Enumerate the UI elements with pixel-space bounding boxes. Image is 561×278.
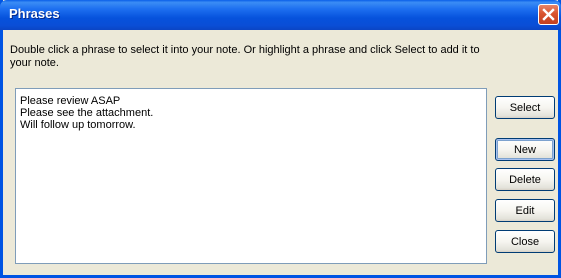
instruction-text: Double click a phrase to select it into … — [10, 44, 480, 69]
close-icon — [542, 8, 555, 21]
title-bar[interactable]: Phrases — [0, 0, 561, 30]
window-close-button[interactable] — [538, 4, 559, 25]
select-button[interactable]: Select — [495, 96, 555, 119]
new-button[interactable]: New — [495, 138, 555, 161]
delete-button[interactable]: Delete — [495, 168, 555, 191]
edit-button[interactable]: Edit — [495, 199, 555, 222]
list-item[interactable]: Please review ASAP — [16, 95, 486, 107]
close-button[interactable]: Close — [495, 230, 555, 253]
phrases-listbox[interactable]: Please review ASAP Please see the attach… — [15, 88, 487, 264]
window-title: Phrases — [9, 6, 60, 21]
list-item[interactable]: Will follow up tomorrow. — [16, 119, 486, 131]
phrases-dialog: Phrases Double click a phrase to select … — [0, 0, 561, 278]
list-item[interactable]: Please see the attachment. — [16, 107, 486, 119]
